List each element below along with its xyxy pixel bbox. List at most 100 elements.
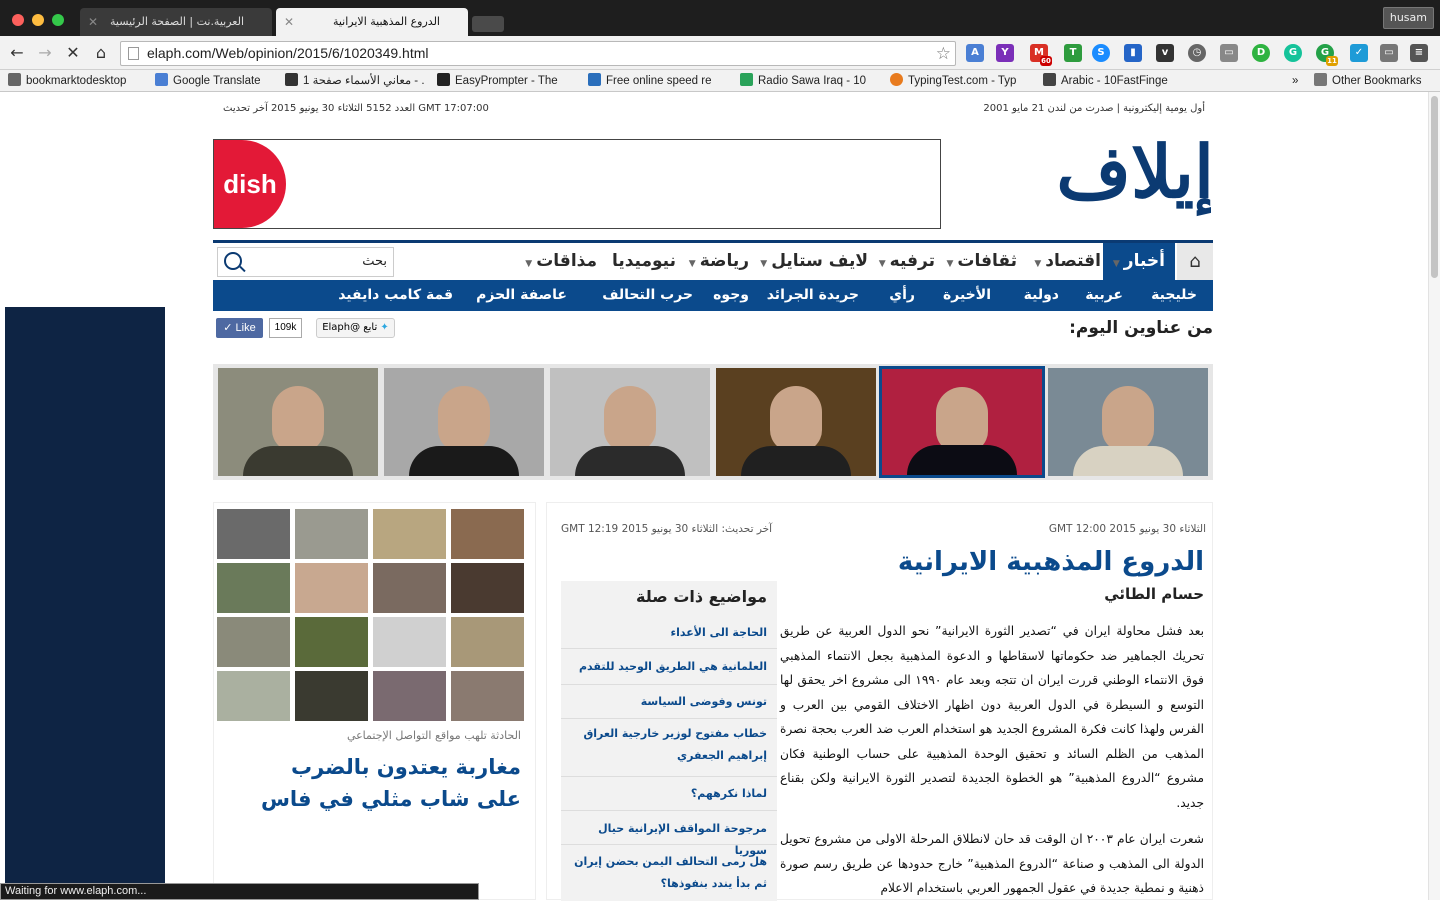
bookmark-radio-sawa[interactable]: Radio Sawa Iraq - 10 (740, 70, 875, 92)
other-bookmarks[interactable]: Other Bookmarks (1314, 70, 1434, 92)
related-link[interactable]: العلمانية هي الطريق الوحيد للتقدم (561, 649, 777, 685)
subnav-faces[interactable]: وجوه (713, 280, 749, 311)
d-icon[interactable]: D (1252, 44, 1270, 62)
headline-thumb[interactable] (218, 368, 378, 476)
bookmark-star-icon[interactable]: ☆ (936, 42, 951, 65)
tab-close-icon[interactable]: ✕ (88, 8, 98, 36)
new-tab-button[interactable] (472, 16, 504, 32)
grid-photo[interactable] (373, 617, 446, 667)
cast-icon[interactable]: ▭ (1220, 44, 1238, 62)
back-icon[interactable]: ← (6, 42, 28, 64)
nav-food[interactable]: ▼ مذاقات (525, 243, 597, 280)
grid-photo[interactable] (295, 617, 368, 667)
grid-photo[interactable] (451, 509, 524, 559)
subnav-newspapers[interactable]: جريدة الجرائد (767, 280, 859, 311)
grid-photo[interactable] (295, 509, 368, 559)
headline-thumb[interactable] (716, 368, 876, 476)
grammarly-icon[interactable]: G (1284, 44, 1302, 62)
window-icon[interactable]: ▭ (1380, 44, 1398, 62)
nav-sports[interactable]: ▼ رياضة (689, 243, 749, 280)
related-link[interactable]: الحاجة الى الأعداء (561, 617, 777, 649)
subnav-international[interactable]: دولية (1024, 280, 1059, 311)
grid-photo[interactable] (373, 509, 446, 559)
subnav-camp-david[interactable]: قمة كامب دايفيد (338, 280, 453, 311)
stop-icon[interactable]: ✕ (62, 42, 84, 64)
article-author[interactable]: حسام الطائي (1104, 585, 1204, 603)
grid-photo[interactable] (373, 563, 446, 613)
subnav-gulf[interactable]: خليجية (1151, 280, 1197, 311)
scrollbar-thumb[interactable] (1431, 96, 1438, 278)
related-link[interactable]: مرجوحة المواقف الإيرانية حيال سوريا (561, 811, 777, 857)
headline-thumb[interactable] (550, 368, 710, 476)
search-input[interactable]: بحث (217, 247, 394, 277)
nav-news[interactable]: ▼ أخبار (1102, 243, 1175, 280)
related-link[interactable]: هل رمى التحالف اليمن بحضن إيران ثم بدأ ي… (561, 845, 777, 901)
site-logo[interactable]: إيلاف (1056, 132, 1214, 212)
subnav-decisive-storm[interactable]: عاصفة الحزم (476, 280, 567, 311)
grid-photo[interactable] (451, 671, 524, 721)
nav-newmedia[interactable]: نيوميديا (612, 243, 676, 280)
close-window-button[interactable] (12, 14, 24, 26)
grid-photo[interactable] (217, 671, 290, 721)
bookmark-bookmarktodesktop[interactable]: bookmarktodesktop (8, 70, 148, 92)
bookmark-google-translate[interactable]: Google Translate (155, 70, 275, 92)
grid-photo[interactable] (451, 563, 524, 613)
t-icon[interactable]: T (1064, 44, 1082, 62)
tab-alarabiya[interactable]: العربية.نت | الصفحة الرئيسية ✕ (80, 8, 272, 36)
subnav-last[interactable]: الأخيرة (943, 280, 991, 311)
search-icon[interactable] (224, 252, 242, 270)
sidebar-headline[interactable]: مغاربة يعتدون بالضرب على شاب مثلي في فاس (241, 751, 521, 815)
bookmark-speed-reading[interactable]: Free online speed re (588, 70, 723, 92)
grid-photo[interactable] (217, 563, 290, 613)
nav-entertainment[interactable]: ▼ ترفيه (879, 243, 935, 280)
facebook-like-count: 109k (269, 318, 302, 338)
person-body (243, 446, 353, 476)
subnav-arab[interactable]: عربية (1085, 280, 1123, 311)
grid-photo[interactable] (373, 671, 446, 721)
grid-photo[interactable] (295, 671, 368, 721)
bookmark-easyprompter[interactable]: EasyPrompter - The (437, 70, 567, 92)
headline-thumb-selected[interactable] (879, 366, 1045, 478)
check-icon[interactable]: ✓ (1350, 44, 1368, 62)
subnav-coalition-war[interactable]: حرب التحالف (602, 280, 693, 311)
bookmark-typingtest[interactable]: TypingTest.com - Typ (890, 70, 1028, 92)
tab-title: العربية.نت | الصفحة الرئيسية (109, 15, 244, 28)
related-link[interactable]: تونس وفوضى السياسة (561, 685, 777, 719)
page-scrollbar[interactable] (1428, 92, 1440, 900)
subnav-opinion[interactable]: رأي (889, 280, 915, 311)
headline-thumb[interactable] (1048, 368, 1208, 476)
nav-economy[interactable]: ▼ اقتصاد (1034, 243, 1101, 280)
related-link[interactable]: لماذا نكرههم؟ (561, 777, 777, 811)
zoom-window-button[interactable] (52, 14, 64, 26)
bookmarks-overflow-button[interactable]: » (1292, 70, 1304, 92)
grid-photo[interactable] (451, 617, 524, 667)
home-nav-icon[interactable]: ⌂ (1177, 243, 1213, 280)
forward-icon[interactable]: → (34, 42, 56, 64)
address-bar[interactable]: elaph.com/Web/opinion/2015/6/1020349.htm… (120, 41, 956, 66)
grid-photo[interactable] (295, 563, 368, 613)
menu-icon[interactable]: ≡ (1410, 44, 1428, 62)
bookmark-names[interactable]: 1 معاني الأسماء صفحة - ... (285, 70, 425, 92)
facebook-like-button[interactable]: ✓ Like (216, 318, 263, 338)
grid-photo[interactable] (217, 509, 290, 559)
related-link[interactable]: خطاب مفتوح لوزير خارجية العراق إبراهيم ا… (561, 719, 777, 777)
twitter-follow-button[interactable]: ✦ تابع @Elaph (316, 318, 395, 338)
home-icon[interactable]: ⌂ (90, 42, 112, 64)
grid-photo[interactable] (217, 617, 290, 667)
tab-elaph[interactable]: الدروع المذهبية الايرانية ✕ (276, 8, 468, 36)
chart-icon[interactable]: ▮ (1124, 44, 1142, 62)
bookmark-10fastfingers[interactable]: Arabic - 10FastFinge (1043, 70, 1178, 92)
profile-button[interactable]: husam (1382, 7, 1434, 29)
nav-lifestyle[interactable]: ▼ لايف ستايل (760, 243, 868, 280)
translate-icon[interactable]: A (966, 44, 984, 62)
minimize-window-button[interactable] (32, 14, 44, 26)
pocket-icon[interactable]: v (1156, 44, 1174, 62)
clock-icon[interactable]: ◷ (1188, 44, 1206, 62)
nav-culture[interactable]: ▼ ثقافات (946, 243, 1017, 280)
yahoo-icon[interactable]: Y (996, 44, 1014, 62)
headline-thumb[interactable] (384, 368, 544, 476)
banner-ad[interactable]: dish (213, 139, 941, 229)
tab-close-icon[interactable]: ✕ (284, 8, 294, 36)
left-banner-ad[interactable] (5, 307, 165, 900)
shazam-icon[interactable]: S (1092, 44, 1110, 62)
